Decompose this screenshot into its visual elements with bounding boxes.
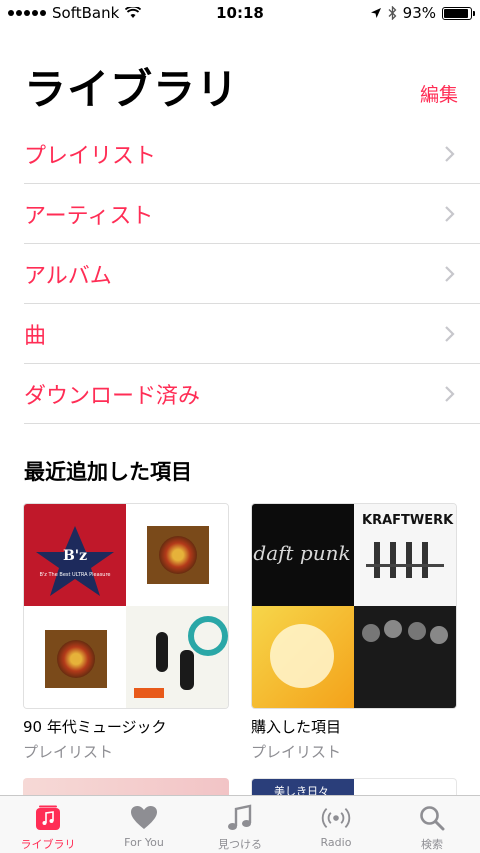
battery-icon [442, 6, 475, 20]
playlist-name: 90 年代ミュージック [23, 718, 167, 736]
tab-label: Radio [320, 836, 352, 849]
playlist-card-purchased[interactable]: daft punk KRAFTWERK 購入した項目 プレイリスト [251, 503, 457, 762]
recently-added-title: 最近追加した項目 [24, 460, 192, 484]
playlist-type: プレイリスト [23, 743, 114, 761]
album-art-title: KRAFTWERK [362, 513, 454, 528]
playlist-card-90s[interactable]: B'z B'z The Best ULTRA Pleasure 90 年代ミュー… [23, 503, 229, 762]
tab-for-you[interactable]: For You [96, 796, 192, 853]
tab-label: ライブラリ [20, 838, 76, 851]
playlist-name: 購入した項目 [251, 718, 342, 736]
tab-browse[interactable]: 見つける [192, 796, 288, 853]
album-art-ornament [24, 606, 126, 708]
album-art-daft-punk: daft punk [252, 504, 354, 606]
menu-item-label: ダウンロード済み [24, 383, 201, 409]
status-time: 10:18 [216, 4, 264, 22]
playlist-artwork: daft punk KRAFTWERK [251, 503, 457, 709]
page-title: ライブラリ [24, 65, 240, 114]
tab-search[interactable]: 検索 [384, 796, 480, 853]
album-art-bz: B'z B'z The Best ULTRA Pleasure [24, 504, 126, 606]
library-menu: プレイリスト アーティスト アルバム 曲 ダウンロード済み [24, 124, 480, 424]
chevron-right-icon [445, 145, 455, 162]
menu-item-albums[interactable]: アルバム [24, 244, 480, 304]
status-bar: SoftBank 10:18 93% [0, 0, 480, 26]
album-art-ornament [126, 504, 228, 606]
tab-label: For You [124, 836, 164, 849]
search-icon [417, 803, 447, 833]
wifi-icon [125, 7, 142, 18]
menu-item-label: アーティスト [24, 203, 154, 229]
library-icon [33, 803, 63, 833]
chevron-right-icon [445, 325, 455, 342]
album-art-subtitle: B'z The Best ULTRA Pleasure [39, 572, 110, 578]
album-art-kraftwerk: KRAFTWERK [354, 504, 456, 606]
menu-item-label: アルバム [24, 263, 112, 289]
tab-label: 検索 [421, 838, 443, 851]
album-art-title: B'z [63, 548, 87, 564]
location-arrow-icon [370, 8, 381, 18]
chevron-right-icon [445, 385, 455, 402]
album-art-band [354, 606, 456, 708]
tab-library[interactable]: ライブラリ [0, 796, 96, 853]
header: ライブラリ 編集 [24, 56, 458, 114]
menu-item-label: プレイリスト [24, 143, 157, 169]
tab-radio[interactable]: Radio [288, 796, 384, 853]
menu-item-downloaded[interactable]: ダウンロード済み [24, 364, 480, 424]
playlist-artwork: B'z B'z The Best ULTRA Pleasure [23, 503, 229, 709]
battery-percent: 93% [402, 4, 436, 22]
album-art-sunburst [252, 606, 354, 708]
menu-item-songs[interactable]: 曲 [24, 304, 480, 364]
chevron-right-icon [445, 205, 455, 222]
playlist-type: プレイリスト [251, 743, 342, 761]
album-art-dancers [126, 606, 228, 708]
chevron-right-icon [445, 265, 455, 282]
menu-item-artists[interactable]: アーティスト [24, 184, 480, 244]
radio-icon [321, 803, 351, 833]
carrier-label: SoftBank [52, 4, 120, 22]
album-art-title: daft punk [253, 541, 350, 565]
bluetooth-icon [388, 6, 397, 20]
menu-item-label: 曲 [24, 323, 47, 349]
heart-icon [129, 803, 159, 833]
edit-button[interactable]: 編集 [420, 80, 458, 107]
music-note-icon [225, 803, 255, 833]
tab-label: 見つける [218, 838, 262, 851]
menu-item-playlists[interactable]: プレイリスト [24, 124, 480, 184]
tab-bar: ライブラリ For You 見つける Radio 検索 [0, 795, 480, 853]
signal-icon [8, 10, 46, 16]
